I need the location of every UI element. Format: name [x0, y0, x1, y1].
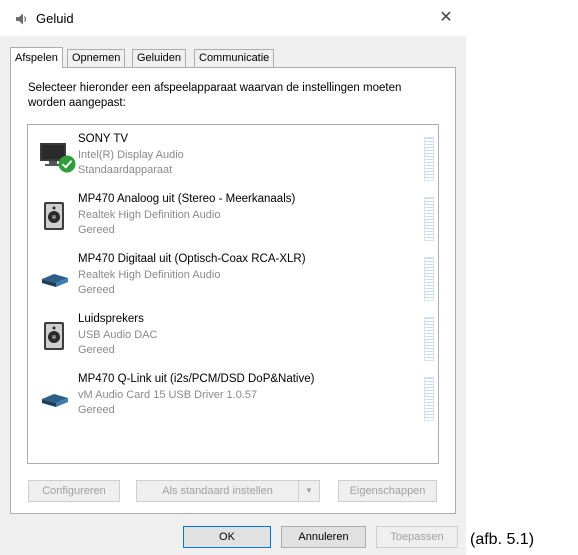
device-driver: vM Audio Card 15 USB Driver 1.0.57	[78, 389, 258, 401]
sound-dialog: Geluid ✕ Afspelen Opnemen Geluiden Commu…	[0, 0, 466, 555]
set-default-button[interactable]: Als standaard instellen	[136, 480, 299, 502]
device-status: Gereed	[78, 344, 115, 356]
title-bar: Geluid ✕	[0, 0, 466, 36]
device-driver: Realtek High Definition Audio	[78, 269, 221, 281]
level-meter	[424, 257, 434, 301]
digital-output-icon	[42, 394, 68, 407]
device-driver: USB Audio DAC	[78, 329, 158, 341]
device-item[interactable]: MP470 Q-Link uit (i2s/PCM/DSD DoP&Native…	[28, 373, 438, 433]
cancel-button[interactable]: Annuleren	[281, 526, 366, 548]
device-item[interactable]: MP470 Analoog uit (Stereo - Meerkanaals)…	[28, 193, 438, 253]
apply-button[interactable]: Toepassen	[376, 526, 458, 548]
device-name: SONY TV	[78, 133, 129, 145]
close-button[interactable]: ✕	[426, 0, 466, 36]
configure-button[interactable]: Configureren	[28, 480, 120, 502]
device-name: MP470 Digitaal uit (Optisch-Coax RCA-XLR…	[78, 253, 306, 265]
device-status: Gereed	[78, 284, 115, 296]
window-title: Geluid	[36, 11, 74, 26]
ok-button[interactable]: OK	[183, 526, 271, 548]
device-item[interactable]: SONY TV Intel(R) Display Audio Standaard…	[28, 133, 438, 193]
level-meter	[424, 197, 434, 241]
device-item[interactable]: MP470 Digitaal uit (Optisch-Coax RCA-XLR…	[28, 253, 438, 313]
device-list[interactable]: SONY TV Intel(R) Display Audio Standaard…	[27, 124, 439, 464]
device-item[interactable]: Luidsprekers USB Audio DAC Gereed	[28, 313, 438, 373]
device-name: MP470 Q-Link uit (i2s/PCM/DSD DoP&Native…	[78, 373, 315, 385]
properties-button[interactable]: Eigenschappen	[338, 480, 437, 502]
device-status: Gereed	[78, 404, 115, 416]
device-driver: Realtek High Definition Audio	[78, 209, 221, 221]
level-meter	[424, 137, 434, 181]
tab-afspelen[interactable]: Afspelen	[10, 47, 63, 68]
device-driver: Intel(R) Display Audio	[78, 149, 184, 161]
speaker-icon	[44, 202, 64, 230]
tab-communicatie[interactable]: Communicatie	[194, 49, 275, 67]
device-name: Luidsprekers	[78, 313, 144, 325]
tab-geluiden[interactable]: Geluiden	[132, 49, 187, 67]
level-meter	[424, 317, 434, 361]
device-name: MP470 Analoog uit (Stereo - Meerkanaals)	[78, 193, 296, 205]
device-status: Standaardapparaat	[78, 164, 173, 176]
set-default-dropdown[interactable]: ▼	[298, 480, 320, 502]
tab-opnemen[interactable]: Opnemen	[67, 49, 126, 67]
figure-caption: (afb. 5.1)	[470, 531, 535, 548]
default-check-icon	[58, 155, 76, 173]
speaker-icon	[44, 322, 64, 350]
level-meter	[424, 377, 434, 421]
speaker-app-icon	[16, 13, 27, 25]
digital-output-icon	[42, 274, 68, 287]
instruction-text: Selecteer hieronder een afspeelapparaat …	[28, 82, 402, 109]
playback-panel: Selecteer hieronder een afspeelapparaat …	[10, 67, 456, 514]
device-status: Gereed	[78, 224, 115, 236]
